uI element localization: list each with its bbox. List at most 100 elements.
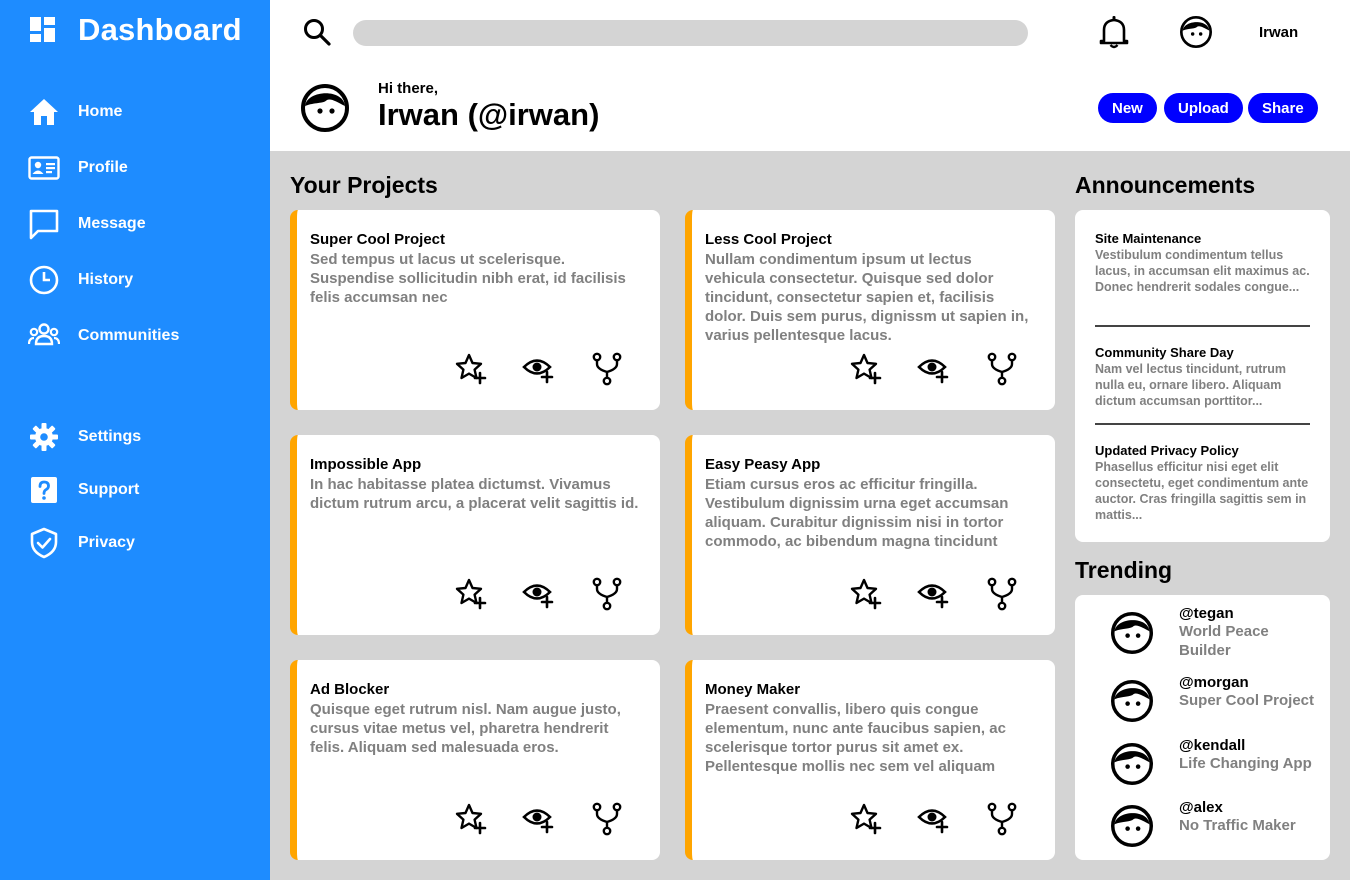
sidebar-item-message[interactable]: Message (26, 207, 146, 241)
project-title: Super Cool Project (310, 231, 446, 248)
star-add-icon[interactable] (850, 802, 884, 836)
star-add-icon[interactable] (850, 577, 884, 611)
star-add-icon[interactable] (850, 352, 884, 386)
avatar (1111, 680, 1153, 722)
trending-item[interactable]: @tegan World Peace Builder (1111, 605, 1269, 659)
sidebar-item-label: Privacy (78, 534, 135, 551)
trending-user: @kendall (1179, 737, 1246, 754)
people-icon (26, 318, 62, 354)
trending-panel: @tegan World Peace Builder @morgan Super… (1075, 595, 1330, 860)
sidebar: Dashboard Home Profile Message History C… (0, 0, 270, 880)
sidebar-item-label: History (78, 271, 134, 288)
search-icon[interactable] (302, 17, 332, 47)
avatar (1111, 743, 1153, 785)
project-description: Quisque eget rutrum nisl. Nam augue just… (310, 701, 621, 756)
user-handle: Irwan (@irwan) (378, 97, 600, 132)
trending-user: @alex (1179, 799, 1223, 816)
project-description: Sed tempus ut lacus ut scelerisque. Susp… (310, 251, 626, 306)
watch-add-icon[interactable] (917, 352, 951, 386)
header: Irwan Hi there, Irwan (@irwan) New Uploa… (270, 0, 1350, 151)
watch-add-icon[interactable] (917, 577, 951, 611)
sidebar-item-communities[interactable]: Communities (26, 319, 179, 353)
project-card[interactable]: Easy Peasy App Etiam cursus eros ac effi… (685, 435, 1055, 635)
bell-icon[interactable] (1098, 14, 1130, 50)
gear-icon (26, 419, 62, 455)
project-card[interactable]: Less Cool Project Nullam condimentum ips… (685, 210, 1055, 410)
fork-icon[interactable] (985, 577, 1019, 611)
trending-project: No Traffic Maker (1179, 817, 1296, 834)
announcement-title: Community Share Day (1095, 345, 1234, 360)
project-title: Less Cool Project (705, 231, 832, 248)
trending-user: @morgan (1179, 674, 1249, 691)
message-icon (26, 206, 62, 242)
brand[interactable]: Dashboard (28, 12, 242, 48)
trending-item[interactable]: @alex No Traffic Maker (1111, 799, 1296, 847)
sidebar-item-label: Communities (78, 327, 180, 344)
help-icon (26, 472, 62, 508)
announcement-item[interactable]: Community Share Day Nam vel lectus tinci… (1095, 345, 1310, 409)
new-button[interactable]: New (1098, 93, 1157, 123)
sidebar-item-label: Support (78, 481, 140, 498)
trending-project: Super Cool Project (1179, 692, 1315, 709)
clock-icon (26, 262, 62, 298)
avatar (1111, 805, 1153, 847)
sidebar-item-support[interactable]: Support (26, 473, 139, 507)
trending-project: World Peace Builder (1179, 623, 1269, 659)
project-title: Easy Peasy App (705, 456, 821, 473)
sidebar-item-settings[interactable]: Settings (26, 420, 141, 454)
project-description: Etiam cursus eros ac efficitur fringilla… (705, 476, 1009, 550)
sidebar-item-history[interactable]: History (26, 263, 133, 297)
announcements-title: Announcements (1075, 172, 1256, 198)
sidebar-item-label: Message (78, 215, 146, 232)
search-input[interactable] (353, 20, 1028, 46)
share-button[interactable]: Share (1248, 93, 1318, 123)
announcements-panel: Site Maintenance Vestibulum condimentum … (1075, 210, 1330, 542)
fork-icon[interactable] (590, 802, 624, 836)
watch-add-icon[interactable] (522, 577, 556, 611)
upload-button[interactable]: Upload (1164, 93, 1243, 123)
announcement-item[interactable]: Site Maintenance Vestibulum condimentum … (1095, 231, 1310, 295)
header-username[interactable]: Irwan (1259, 24, 1298, 41)
project-card[interactable]: Ad Blocker Quisque eget rutrum nisl. Nam… (290, 660, 660, 860)
trending-item[interactable]: @kendall Life Changing App (1111, 737, 1312, 785)
project-description: Nullam condimentum ipsum ut lectus vehic… (705, 251, 1029, 344)
star-add-icon[interactable] (455, 802, 489, 836)
project-description: In hac habitasse platea dictumst. Vivamu… (310, 476, 639, 512)
sidebar-item-label: Profile (78, 159, 128, 176)
divider (1095, 423, 1310, 425)
project-card[interactable]: Impossible App In hac habitasse platea d… (290, 435, 660, 635)
projects-title: Your Projects (290, 172, 438, 198)
watch-add-icon[interactable] (917, 802, 951, 836)
watch-add-icon[interactable] (522, 802, 556, 836)
profile-avatar (301, 84, 349, 132)
announcement-body: Vestibulum condimentum tellus lacus, in … (1095, 248, 1310, 294)
trending-item[interactable]: @morgan Super Cool Project (1111, 674, 1314, 722)
fork-icon[interactable] (590, 577, 624, 611)
project-title: Ad Blocker (310, 681, 390, 698)
announcement-body: Nam vel lectus tincidunt, rutrum nulla e… (1095, 362, 1287, 408)
project-title: Money Maker (705, 681, 801, 698)
trending-user: @tegan (1179, 605, 1234, 622)
watch-add-icon[interactable] (522, 352, 556, 386)
fork-icon[interactable] (985, 352, 1019, 386)
fork-icon[interactable] (590, 352, 624, 386)
announcement-item[interactable]: Updated Privacy Policy Phasellus efficit… (1095, 443, 1310, 523)
avatar[interactable] (1180, 16, 1212, 48)
project-card[interactable]: Money Maker Praesent convallis, libero q… (685, 660, 1055, 860)
star-add-icon[interactable] (455, 577, 489, 611)
sidebar-item-home[interactable]: Home (26, 95, 122, 129)
avatar (1111, 612, 1153, 654)
fork-icon[interactable] (985, 802, 1019, 836)
sidebar-item-privacy[interactable]: Privacy (26, 526, 135, 560)
trending-title: Trending (1075, 557, 1173, 583)
greeting: Hi there, (378, 80, 439, 97)
announcement-title: Updated Privacy Policy (1095, 443, 1239, 458)
project-card[interactable]: Super Cool Project Sed tempus ut lacus u… (290, 210, 660, 410)
id-card-icon (26, 150, 62, 186)
shield-icon (26, 525, 62, 561)
project-title: Impossible App (310, 456, 422, 473)
home-icon (26, 94, 62, 130)
project-description: Praesent convallis, libero quis congue e… (705, 701, 1006, 775)
star-add-icon[interactable] (455, 352, 489, 386)
sidebar-item-profile[interactable]: Profile (26, 151, 128, 185)
